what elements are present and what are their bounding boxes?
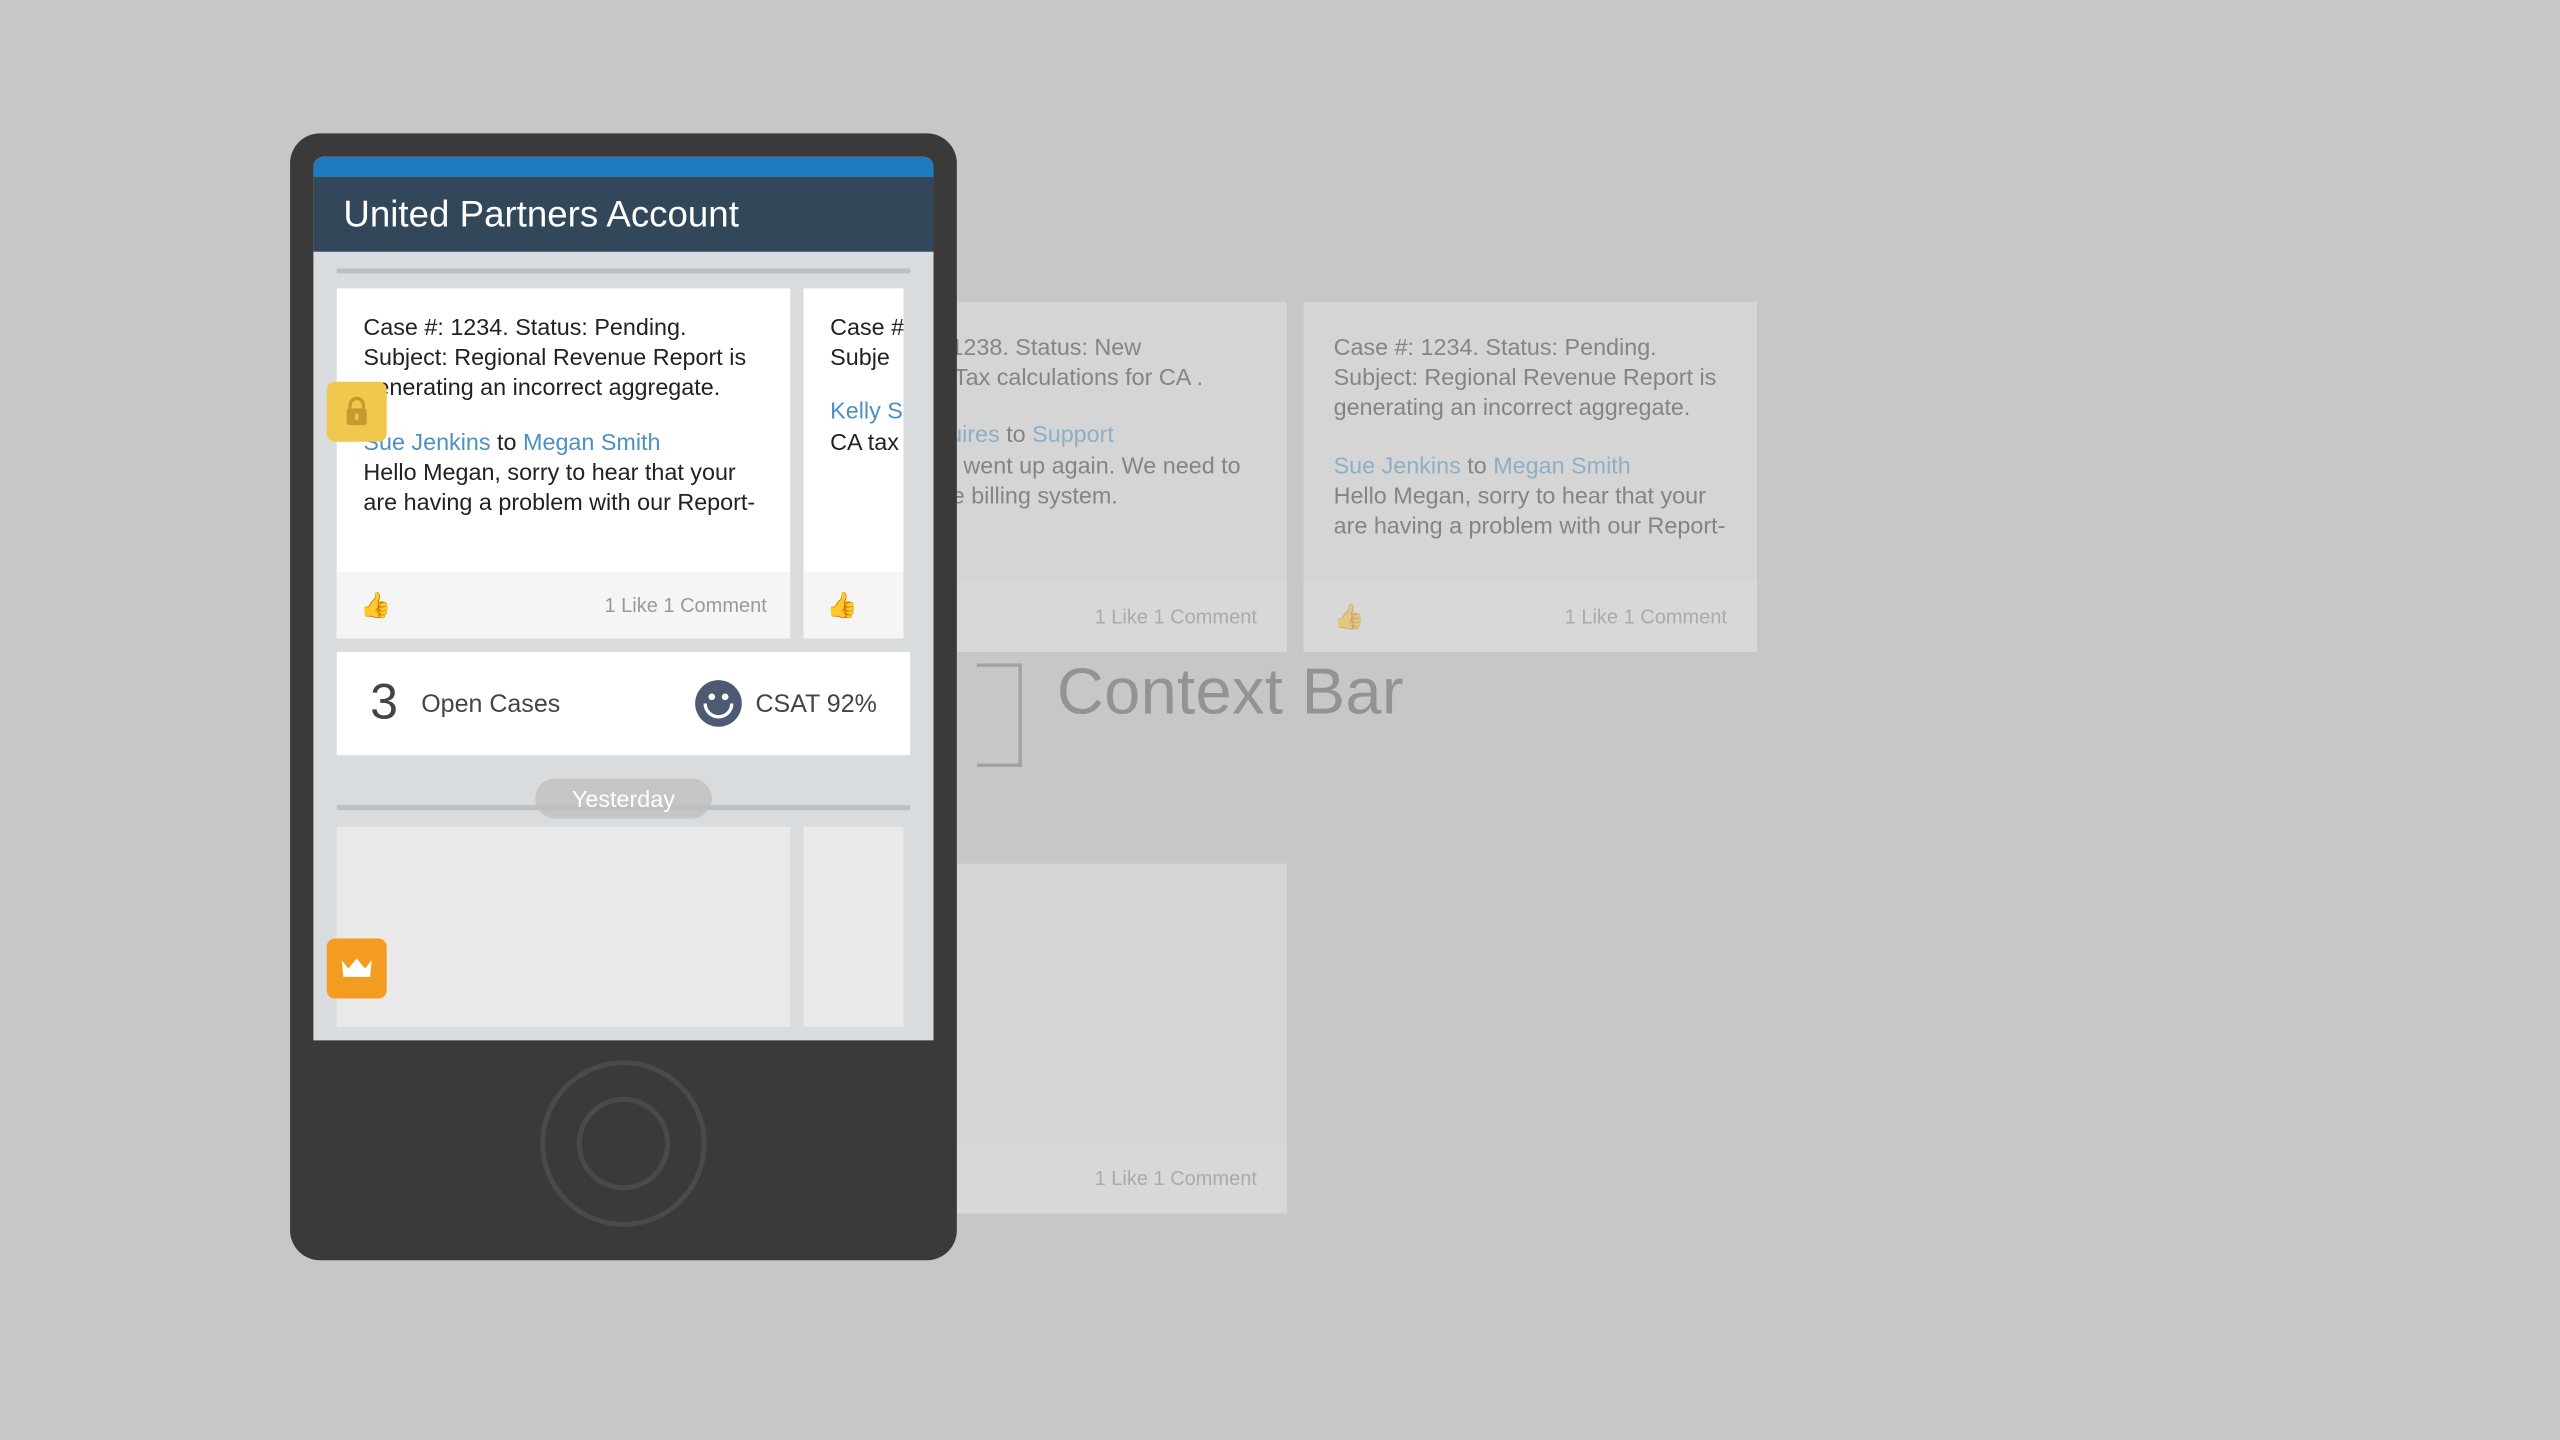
lock-icon [327, 382, 387, 442]
status-strip [313, 157, 933, 177]
date-separator: Yesterday [535, 778, 711, 818]
case-card-peek[interactable]: Case # Subje Kelly S CA tax adjust 👍 [803, 288, 903, 638]
card-footer-text: 1 Like 1 Comment [1095, 1167, 1257, 1190]
device-screen: United Partners Account Case #: 1234. St… [313, 157, 933, 1041]
context-bar-label: Context Bar [1057, 657, 1404, 730]
open-cases-label: Open Cases [421, 689, 560, 717]
case-card-empty-peek[interactable] [803, 827, 903, 1027]
case-card[interactable]: Case #: 1234. Status: Pending. Subject: … [337, 288, 790, 638]
device-frame: United Partners Account Case #: 1234. St… [290, 133, 957, 1260]
to-word: to [497, 428, 516, 455]
thumbs-up-icon[interactable]: 👍 [827, 590, 858, 620]
page-title: United Partners Account [313, 177, 933, 252]
thumbs-up-icon[interactable]: 👍 [360, 590, 391, 620]
home-button[interactable] [540, 1060, 707, 1227]
msg-body: Hello Megan, sorry to hear that your are… [363, 458, 755, 515]
thumbs-up-icon[interactable]: 👍 [1334, 602, 1365, 632]
card-footer-text: 1 Like 1 Comment [604, 593, 766, 616]
card-footer-text: 1 Like 1 Comment [1095, 605, 1257, 628]
crown-icon [327, 939, 387, 999]
msg-body: CA tax adjust [830, 428, 903, 455]
summary-bar: 3 Open Cases CSAT 92% [337, 652, 910, 755]
csat-label: CSAT 92% [755, 689, 876, 717]
case-line: Case #: 1234. Status: Pending. [1334, 333, 1657, 360]
card-footer-text: 1 Like 1 Comment [1565, 605, 1727, 628]
case-card-empty[interactable] [337, 827, 790, 1027]
subject-line: Subject: Regional Revenue Report is gene… [363, 344, 746, 401]
case-line: Case #: 1234. Status: Pending. [363, 313, 686, 340]
from-link[interactable]: Sue Jenkins [1334, 451, 1461, 478]
subject-line: Subje [830, 344, 890, 371]
to-word: to [1006, 421, 1025, 448]
open-cases-count: 3 [370, 675, 398, 732]
to-link[interactable]: Support [1032, 421, 1114, 448]
context-bar-bracket [977, 663, 1022, 766]
case-line: Case # [830, 313, 903, 340]
to-link[interactable]: Megan Smith [523, 428, 661, 455]
from-link[interactable]: Kelly S [830, 397, 903, 424]
subject-line: Subject: Regional Revenue Report is gene… [1334, 364, 1717, 421]
bg-card-right: Case #: 1234. Status: Pending. Subject: … [1304, 302, 1757, 652]
section-divider [337, 268, 910, 273]
smiley-icon [695, 680, 742, 727]
msg-body: Hello Megan, sorry to hear that your are… [1334, 481, 1726, 538]
to-link[interactable]: Megan Smith [1493, 451, 1631, 478]
to-word: to [1467, 451, 1486, 478]
